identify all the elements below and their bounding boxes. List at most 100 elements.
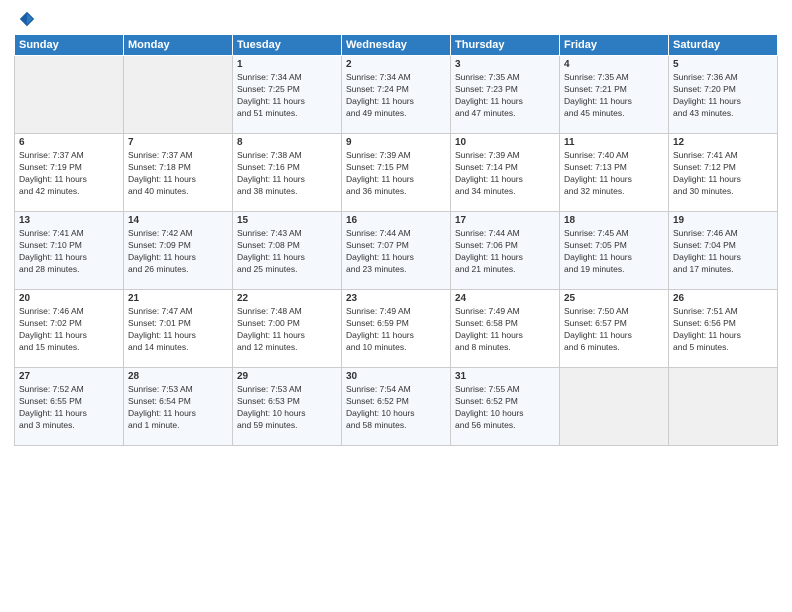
calendar-cell: 31 Sunrise: 7:55 AM Sunset: 6:52 PM Dayli… [451, 368, 560, 446]
calendar-cell: 8 Sunrise: 7:38 AM Sunset: 7:16 PM Daylig… [233, 134, 342, 212]
calendar-cell: 20 Sunrise: 7:46 AM Sunset: 7:02 PM Dayli… [15, 290, 124, 368]
calendar-cell: 25Sunrise: 7:50 AM Sunset: 6:57 PM Dayli… [560, 290, 669, 368]
weekday-header-friday: Friday [560, 35, 669, 56]
day-info: Sunrise: 7:44 AM Sunset: 7:06 PM Dayligh… [455, 228, 555, 276]
day-number: 4 [564, 59, 664, 70]
day-number: 19 [673, 215, 773, 226]
calendar-cell: 18Sunrise: 7:45 AM Sunset: 7:05 PM Dayli… [560, 212, 669, 290]
day-info: Sunrise: 7:39 AM Sunset: 7:14 PM Dayligh… [455, 150, 555, 198]
weekday-header-sunday: Sunday [15, 35, 124, 56]
day-info: Sunrise: 7:39 AM Sunset: 7:15 PM Dayligh… [346, 150, 446, 198]
day-info: Sunrise: 7:34 AM Sunset: 7:24 PM Dayligh… [346, 72, 446, 120]
day-number: 5 [673, 59, 773, 70]
day-info: Sunrise: 7:49 AM Sunset: 6:59 PM Dayligh… [346, 306, 446, 354]
calendar-cell: 23 Sunrise: 7:49 AM Sunset: 6:59 PM Dayli… [342, 290, 451, 368]
calendar-cell: 30Sunrise: 7:54 AM Sunset: 6:52 PM Dayli… [342, 368, 451, 446]
logo [14, 10, 36, 28]
day-number: 18 [564, 215, 664, 226]
day-number: 27 [19, 371, 119, 382]
calendar-cell: 19 Sunrise: 7:46 AM Sunset: 7:04 PM Dayli… [669, 212, 778, 290]
calendar-cell: 16 Sunrise: 7:44 AM Sunset: 7:07 PM Dayli… [342, 212, 451, 290]
day-info: Sunrise: 7:49 AM Sunset: 6:58 PM Dayligh… [455, 306, 555, 354]
day-number: 20 [19, 293, 119, 304]
day-number: 16 [346, 215, 446, 226]
day-info: Sunrise: 7:41 AM Sunset: 7:10 PM Dayligh… [19, 228, 119, 276]
day-info: Sunrise: 7:35 AM Sunset: 7:23 PM Dayligh… [455, 72, 555, 120]
day-info: Sunrise: 7:51 AM Sunset: 6:56 PM Dayligh… [673, 306, 773, 354]
day-info: Sunrise: 7:48 AM Sunset: 7:00 PM Dayligh… [237, 306, 337, 354]
calendar-cell [124, 56, 233, 134]
day-number: 28 [128, 371, 228, 382]
calendar-cell: 2Sunrise: 7:34 AM Sunset: 7:24 PM Daylig… [342, 56, 451, 134]
day-number: 29 [237, 371, 337, 382]
calendar-cell: 15 Sunrise: 7:43 AM Sunset: 7:08 PM Dayli… [233, 212, 342, 290]
weekday-header-wednesday: Wednesday [342, 35, 451, 56]
header [14, 10, 778, 28]
day-info: Sunrise: 7:55 AM Sunset: 6:52 PM Dayligh… [455, 384, 555, 432]
calendar-week-row: 6 Sunrise: 7:37 AM Sunset: 7:19 PM Daylig… [15, 134, 778, 212]
weekday-header-monday: Monday [124, 35, 233, 56]
calendar-cell: 7Sunrise: 7:37 AM Sunset: 7:18 PM Daylig… [124, 134, 233, 212]
page: SundayMondayTuesdayWednesdayThursdayFrid… [0, 0, 792, 612]
day-info: Sunrise: 7:46 AM Sunset: 7:04 PM Dayligh… [673, 228, 773, 276]
calendar-cell: 11 Sunrise: 7:40 AM Sunset: 7:13 PM Dayli… [560, 134, 669, 212]
day-number: 31 [455, 371, 555, 382]
day-info: Sunrise: 7:53 AM Sunset: 6:53 PM Dayligh… [237, 384, 337, 432]
day-info: Sunrise: 7:37 AM Sunset: 7:19 PM Dayligh… [19, 150, 119, 198]
calendar-cell [669, 368, 778, 446]
day-number: 14 [128, 215, 228, 226]
calendar-cell: 24 Sunrise: 7:49 AM Sunset: 6:58 PM Dayli… [451, 290, 560, 368]
calendar-week-row: 1Sunrise: 7:34 AM Sunset: 7:25 PM Daylig… [15, 56, 778, 134]
weekday-header-tuesday: Tuesday [233, 35, 342, 56]
calendar-cell: 17 Sunrise: 7:44 AM Sunset: 7:06 PM Dayli… [451, 212, 560, 290]
day-info: Sunrise: 7:35 AM Sunset: 7:21 PM Dayligh… [564, 72, 664, 120]
calendar-cell: 13 Sunrise: 7:41 AM Sunset: 7:10 PM Dayli… [15, 212, 124, 290]
day-number: 24 [455, 293, 555, 304]
day-info: Sunrise: 7:53 AM Sunset: 6:54 PM Dayligh… [128, 384, 228, 432]
calendar-cell [560, 368, 669, 446]
day-info: Sunrise: 7:44 AM Sunset: 7:07 PM Dayligh… [346, 228, 446, 276]
day-number: 3 [455, 59, 555, 70]
calendar-cell: 21Sunrise: 7:47 AM Sunset: 7:01 PM Dayli… [124, 290, 233, 368]
calendar-cell: 29 Sunrise: 7:53 AM Sunset: 6:53 PM Dayli… [233, 368, 342, 446]
day-info: Sunrise: 7:42 AM Sunset: 7:09 PM Dayligh… [128, 228, 228, 276]
weekday-header-row: SundayMondayTuesdayWednesdayThursdayFrid… [15, 35, 778, 56]
weekday-header-thursday: Thursday [451, 35, 560, 56]
day-number: 12 [673, 137, 773, 148]
logo-text [14, 10, 36, 28]
calendar-cell: 9 Sunrise: 7:39 AM Sunset: 7:15 PM Daylig… [342, 134, 451, 212]
calendar-cell: 14 Sunrise: 7:42 AM Sunset: 7:09 PM Dayli… [124, 212, 233, 290]
day-info: Sunrise: 7:41 AM Sunset: 7:12 PM Dayligh… [673, 150, 773, 198]
day-number: 15 [237, 215, 337, 226]
day-number: 17 [455, 215, 555, 226]
day-number: 13 [19, 215, 119, 226]
day-info: Sunrise: 7:37 AM Sunset: 7:18 PM Dayligh… [128, 150, 228, 198]
calendar-cell: 27 Sunrise: 7:52 AM Sunset: 6:55 PM Dayli… [15, 368, 124, 446]
calendar-cell: 28 Sunrise: 7:53 AM Sunset: 6:54 PM Dayli… [124, 368, 233, 446]
day-info: Sunrise: 7:52 AM Sunset: 6:55 PM Dayligh… [19, 384, 119, 432]
day-info: Sunrise: 7:50 AM Sunset: 6:57 PM Dayligh… [564, 306, 664, 354]
day-number: 6 [19, 137, 119, 148]
day-number: 26 [673, 293, 773, 304]
day-info: Sunrise: 7:46 AM Sunset: 7:02 PM Dayligh… [19, 306, 119, 354]
calendar-cell: 12 Sunrise: 7:41 AM Sunset: 7:12 PM Dayli… [669, 134, 778, 212]
day-info: Sunrise: 7:43 AM Sunset: 7:08 PM Dayligh… [237, 228, 337, 276]
day-number: 23 [346, 293, 446, 304]
calendar-cell: 5Sunrise: 7:36 AM Sunset: 7:20 PM Daylig… [669, 56, 778, 134]
day-number: 9 [346, 137, 446, 148]
calendar-week-row: 27 Sunrise: 7:52 AM Sunset: 6:55 PM Dayli… [15, 368, 778, 446]
calendar-cell: 1Sunrise: 7:34 AM Sunset: 7:25 PM Daylig… [233, 56, 342, 134]
weekday-header-saturday: Saturday [669, 35, 778, 56]
calendar-cell [15, 56, 124, 134]
calendar-cell: 4 Sunrise: 7:35 AM Sunset: 7:21 PM Daylig… [560, 56, 669, 134]
calendar-week-row: 13 Sunrise: 7:41 AM Sunset: 7:10 PM Dayli… [15, 212, 778, 290]
day-number: 11 [564, 137, 664, 148]
calendar-cell: 6 Sunrise: 7:37 AM Sunset: 7:19 PM Daylig… [15, 134, 124, 212]
logo-icon [18, 10, 36, 28]
day-info: Sunrise: 7:54 AM Sunset: 6:52 PM Dayligh… [346, 384, 446, 432]
day-info: Sunrise: 7:38 AM Sunset: 7:16 PM Dayligh… [237, 150, 337, 198]
calendar-cell: 3 Sunrise: 7:35 AM Sunset: 7:23 PM Daylig… [451, 56, 560, 134]
day-number: 22 [237, 293, 337, 304]
day-info: Sunrise: 7:40 AM Sunset: 7:13 PM Dayligh… [564, 150, 664, 198]
day-number: 8 [237, 137, 337, 148]
